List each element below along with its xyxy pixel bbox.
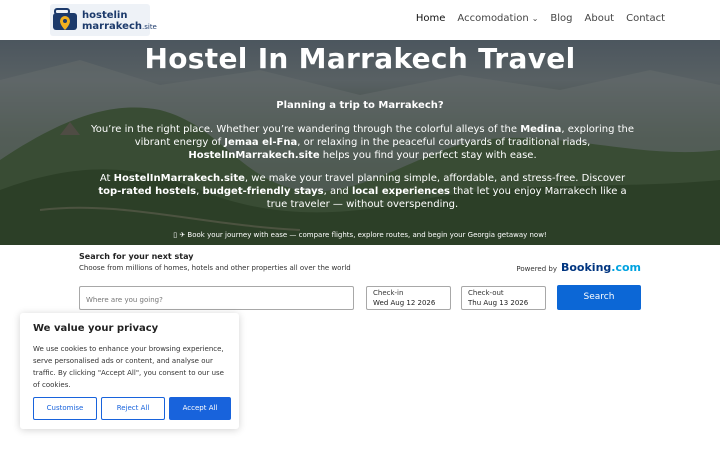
cookie-consent-banner: We value your privacy We use cookies to … [20, 313, 239, 429]
p1-text-1: You’re in the right place. Whether you’r… [90, 124, 521, 135]
p1-bold-medina: Medina [520, 124, 562, 135]
booking-logo[interactable]: Booking.com [561, 261, 641, 274]
nav-item-contact[interactable]: Contact [626, 13, 665, 24]
nav-about-label: About [584, 13, 615, 24]
cookie-title: We value your privacy [33, 323, 159, 334]
checkin-field[interactable]: Check-in Wed Aug 12 2026 [366, 286, 451, 310]
nav-item-home[interactable]: Home [416, 13, 446, 24]
hero-paragraph-2: At HostelInMarrakech.site, we make your … [90, 172, 635, 211]
hero-cta-text: ▯ ✈ Book your journey with ease — compar… [173, 231, 547, 239]
cookie-text: We use cookies to enhance your browsing … [33, 345, 224, 389]
site-header: hostelin marrakech.site Home Accomodatio… [0, 0, 720, 40]
nav-contact-label: Contact [626, 13, 665, 24]
suitcase-pin-icon [53, 8, 77, 30]
nav-accomodation-label: Accomodation [457, 13, 529, 24]
cookie-buttons: Customise Reject All Accept All [33, 397, 231, 420]
checkin-label: Check-in [373, 289, 404, 297]
logo-line1: hostelin [82, 10, 128, 21]
p2-bold-site: HostelInMarrakech.site [113, 173, 245, 184]
checkin-value: Wed Aug 12 2026 [373, 299, 436, 307]
site-logo[interactable]: hostelin marrakech.site [50, 4, 157, 36]
nav-item-blog[interactable]: Blog [550, 13, 572, 24]
search-description: Choose from millions of homes, hotels an… [79, 264, 351, 272]
p2-bold-budget: budget-friendly stays [202, 186, 324, 197]
main-nav: Home Accomodation ⌄ Blog About Contact [416, 13, 665, 24]
p1-bold-site: HostelInMarrakech.site [188, 150, 320, 161]
logo-wordmark: hostelin marrakech.site [82, 10, 157, 33]
reject-all-button[interactable]: Reject All [101, 397, 165, 420]
booking-logo-main: Booking [560, 261, 612, 274]
p1-text-3: , or relaxing in the peaceful courtyards… [297, 137, 591, 148]
hero-paragraph-1: You’re in the right place. Whether you’r… [90, 123, 635, 162]
checkout-field[interactable]: Check-out Thu Aug 13 2026 [461, 286, 546, 310]
destination-input[interactable] [80, 289, 353, 311]
hero-subtitle: Planning a trip to Marrakech? [276, 100, 444, 111]
search-title: Search for your next stay [79, 252, 194, 261]
p2-bold-hostels: top-rated hostels [98, 186, 197, 197]
p2-bold-local: local experiences [351, 186, 450, 197]
checkout-value: Thu Aug 13 2026 [468, 299, 529, 307]
booking-search-widget: Search for your next stay Choose from mi… [79, 250, 641, 315]
nav-blog-label: Blog [550, 13, 573, 24]
booking-logo-suffix: .com [611, 261, 641, 274]
nav-item-accomodation[interactable]: Accomodation ⌄ [457, 13, 538, 24]
hero-banner: Hostel In Marrakech Travel Planning a tr… [0, 40, 720, 245]
accept-all-button[interactable]: Accept All [169, 397, 231, 420]
logo-line2-suffix: .site [142, 23, 157, 31]
p1-text-4: helps you find your perfect stay with ea… [319, 150, 537, 161]
p2-text-1: At [99, 173, 114, 184]
logo-line2-main: marrakech [82, 21, 142, 32]
hero-title: Hostel In Marrakech Travel [144, 42, 576, 75]
destination-field[interactable] [79, 286, 354, 311]
p2-text-4: , and [323, 186, 352, 197]
chevron-down-icon: ⌄ [531, 14, 539, 23]
p2-text-2: , we make your travel planning simple, a… [244, 173, 626, 184]
nav-item-about[interactable]: About [585, 13, 615, 24]
checkout-label: Check-out [468, 289, 504, 297]
p1-bold-jemaa: Jemaa el-Fna [224, 137, 298, 148]
logo-line2: marrakech.site [82, 21, 157, 33]
customise-button[interactable]: Customise [33, 397, 97, 420]
nav-home-label: Home [415, 13, 446, 24]
powered-by-booking: Powered by Booking.com [516, 261, 641, 274]
search-button[interactable]: Search [557, 285, 641, 310]
powered-by-label: Powered by [516, 265, 557, 273]
